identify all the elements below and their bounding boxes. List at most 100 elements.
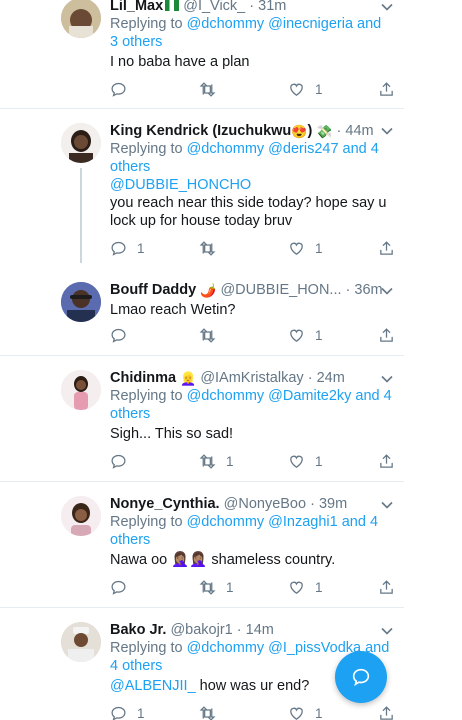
reply-button[interactable] (110, 79, 137, 99)
user-name[interactable]: Nonye_Cynthia. (110, 496, 220, 512)
avatar[interactable] (61, 622, 101, 662)
retweet-icon (199, 240, 216, 256)
divider (0, 481, 404, 482)
user-handle[interactable]: @bakojr1 (170, 622, 232, 638)
timestamp[interactable]: 44m (345, 123, 373, 139)
reply-button[interactable]: 1 (110, 238, 145, 258)
share-icon (380, 81, 393, 96)
share-icon (380, 705, 393, 720)
avatar[interactable] (61, 282, 101, 322)
user-handle[interactable]: @DUBBIE_HON... (220, 282, 341, 298)
share-button[interactable] (378, 325, 395, 345)
retweet-button[interactable]: 1 (199, 451, 234, 471)
retweet-icon (199, 327, 216, 343)
like-icon (290, 581, 303, 594)
flag-emoji (165, 0, 180, 11)
reply-icon (111, 82, 126, 97)
like-icon (290, 455, 303, 468)
retweet-icon (199, 705, 216, 720)
user-name[interactable]: King Kendrick (Izuchukwu😍) (110, 123, 312, 139)
share-button[interactable] (378, 238, 395, 258)
user-name-suffix: ) (307, 123, 313, 139)
retweet-button[interactable] (199, 79, 226, 99)
like-button[interactable]: 1 (288, 325, 323, 345)
separator-dot: · (345, 282, 351, 298)
like-count: 1 (315, 81, 323, 97)
reply-button[interactable] (110, 451, 137, 471)
tweet-text: @DUBBIE_HONCHO you reach near this side … (110, 176, 392, 230)
separator-dot: · (336, 123, 342, 139)
money-emoji: 💸 (316, 124, 333, 139)
tweet-actions: 1 1 (110, 238, 400, 258)
chevron-down-icon[interactable] (380, 124, 394, 138)
retweet-button[interactable] (199, 238, 226, 258)
avatar[interactable] (61, 123, 101, 163)
share-button[interactable] (378, 79, 395, 99)
tweet-actions: 1 (110, 325, 400, 345)
mention-link[interactable]: @DUBBIE_HONCHO (110, 177, 251, 193)
user-handle[interactable]: @I_Vick_ (183, 0, 245, 14)
replying-to-prefix: Replying to (110, 388, 187, 404)
tweet-header: Chidinma 👱‍♀️ @IAmKristalkay · 24m (110, 369, 392, 387)
reply-count: 1 (137, 240, 145, 256)
timestamp[interactable]: 39m (319, 496, 347, 512)
separator-dot: · (236, 622, 242, 638)
user-handle[interactable]: @NonyeBoo (224, 496, 306, 512)
like-icon (290, 242, 303, 255)
tweet-text: I no baba have a plan (110, 54, 250, 70)
share-button[interactable] (378, 703, 395, 720)
user-name[interactable]: Lil_Max (110, 0, 163, 14)
like-button[interactable]: 1 (288, 703, 323, 720)
retweet-button[interactable] (199, 325, 226, 345)
retweet-button[interactable] (199, 703, 226, 720)
tweet-text: Nawa oo 🤦🏽‍♀️🤦🏽‍♀️ shameless country. (110, 552, 336, 568)
replying-to: Replying to @dchommy @deris247 and 4 oth… (110, 140, 392, 176)
like-button[interactable]: 1 (288, 238, 323, 258)
retweet-button[interactable]: 1 (199, 577, 234, 597)
chevron-down-icon[interactable] (380, 372, 394, 386)
timestamp[interactable]: 14m (246, 622, 274, 638)
avatar[interactable] (61, 370, 101, 410)
reply-count: 1 (137, 705, 145, 720)
timestamp[interactable]: 31m (258, 0, 286, 14)
avatar[interactable] (61, 0, 101, 38)
retweet-icon (199, 579, 216, 595)
like-button[interactable]: 1 (288, 451, 323, 471)
compose-reply-icon (352, 668, 370, 687)
separator-dot: · (307, 370, 313, 386)
chevron-down-icon[interactable] (380, 498, 394, 512)
replying-to-prefix: Replying to (110, 16, 187, 32)
share-icon (380, 327, 393, 342)
share-button[interactable] (378, 577, 395, 597)
avatar[interactable] (61, 496, 101, 536)
timestamp[interactable]: 24m (317, 370, 345, 386)
divider (0, 108, 404, 109)
like-count: 1 (315, 327, 323, 343)
retweet-count: 1 (226, 579, 234, 595)
user-name[interactable]: Bako Jr. (110, 622, 166, 638)
retweet-count: 1 (226, 453, 234, 469)
tweet-text: Sigh... This so sad! (110, 426, 234, 442)
reply-button[interactable] (110, 325, 137, 345)
reply-icon (111, 706, 126, 720)
like-button[interactable]: 1 (288, 577, 323, 597)
user-name[interactable]: Bouff Daddy (110, 282, 196, 298)
tweet-actions: 1 1 (110, 577, 400, 597)
reply-button[interactable]: 1 (110, 703, 145, 720)
chevron-down-icon[interactable] (380, 284, 394, 298)
divider (0, 355, 404, 356)
mention-link[interactable]: @ALBENJII_ (110, 678, 196, 694)
replying-to: Replying to @dchommy @Damite2ky and 4 ot… (110, 387, 392, 423)
chevron-down-icon[interactable] (380, 0, 394, 14)
like-button[interactable]: 1 (288, 79, 323, 99)
like-count: 1 (315, 453, 323, 469)
user-handle[interactable]: @IAmKristalkay (200, 370, 303, 386)
like-count: 1 (315, 705, 323, 720)
compose-reply-button[interactable] (335, 651, 387, 703)
reply-button[interactable] (110, 577, 137, 597)
tweet-header: Nonye_Cynthia. @NonyeBoo · 39m (110, 495, 392, 513)
user-name[interactable]: Chidinma (110, 370, 176, 386)
share-button[interactable] (378, 451, 395, 471)
timestamp[interactable]: 36m (354, 282, 382, 298)
chevron-down-icon[interactable] (380, 624, 394, 638)
